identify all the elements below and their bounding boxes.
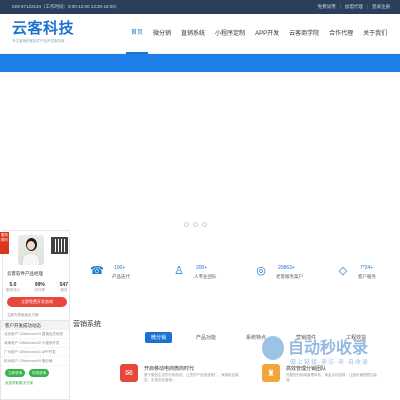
solution-link[interactable]: 免费获取解决方案	[5, 381, 33, 386]
logo-name: 云客科技	[12, 20, 75, 37]
watermark-subtext: 做上链接·来访·来·自收录	[290, 360, 369, 366]
counter-team: ♙ 200+ 人专业团队	[172, 262, 242, 288]
feature-card[interactable]: ✉ 开启移动电商微商时代 基于微信生态的分销系统，让您的产品快速推广，海量粉丝裂…	[120, 360, 240, 400]
logo-slogan: 专注营销获客软件产品开发服务商	[12, 39, 65, 43]
nav-app-dev[interactable]: APP开发	[250, 14, 284, 54]
avatar-body	[22, 253, 40, 265]
consultant-stats: 5.0 服务评分 99% 好评率 547 服务	[6, 282, 68, 293]
consultant-badge: 服务顾问	[0, 232, 9, 254]
top-bar: 023-67122134（工作时间：9:00-12:00 13:30-18:00…	[0, 0, 400, 14]
nav-micro-distribution[interactable]: 微分销	[148, 14, 176, 54]
counter-clients: ◎ 20863+ 老客服务案户	[254, 262, 324, 288]
counter-value: 100+	[114, 265, 126, 271]
list-item: 北京用户 133xxxxxxx24 直销会员系统	[1, 330, 69, 339]
user-icon: ♙	[174, 265, 184, 277]
panel-actions: 立即咨询 在线咨询	[5, 369, 49, 377]
card-title: 开启移动电商微商时代	[144, 366, 195, 372]
hero-banner[interactable]	[0, 54, 400, 246]
panel-title: 客户开发成功动态	[1, 321, 69, 330]
hero-band	[0, 54, 400, 72]
stat-label: 服务评分	[6, 288, 20, 292]
section-title: 营销系统	[73, 321, 101, 328]
consultant-card: 云客软件产品经理 5.0 服务评分 99% 好评率 547 服务 立即免费开发咨…	[2, 230, 70, 328]
avatar-face	[27, 241, 35, 250]
chat-icon: ✉	[120, 364, 138, 382]
nav-about[interactable]: 关于我们	[358, 14, 392, 54]
counter-label: 人专业团队	[194, 274, 217, 279]
tab-product-features[interactable]: 产品功能	[190, 332, 222, 343]
counter-label: 老客服务案户	[276, 274, 303, 279]
free-trial-link[interactable]: 免费试用	[318, 4, 336, 10]
consult-note: 立即为您免费出方案	[7, 313, 39, 317]
dev-success-panel: 客户开发成功动态 北京用户 133xxxxxxx24 直销会员系统 深圳用户 1…	[0, 320, 70, 400]
qr-code-icon	[51, 237, 68, 254]
divider: |	[366, 4, 368, 9]
nav-academy[interactable]: 云客商学院	[284, 14, 324, 54]
counter-support: ◇ 7*24+ 客户服务	[336, 262, 400, 288]
team-icon: ♜	[262, 364, 280, 382]
watermark-text: 自动秒收录	[288, 340, 369, 357]
card-title: 高效管理分销团队	[286, 366, 327, 372]
avatar	[18, 235, 44, 265]
register-login-link[interactable]: 登录注册	[372, 4, 390, 10]
carousel-dot[interactable]	[202, 222, 207, 227]
consultant-name: 云客软件产品经理	[7, 271, 43, 276]
carousel-dot[interactable]	[184, 222, 189, 227]
consult-button[interactable]: 立即免费开发咨询	[7, 297, 67, 307]
list-item: 深圳用户 135xxxxxxx32 小程序开发	[1, 339, 69, 348]
tab-micro-distribution[interactable]: 微分销	[145, 332, 173, 343]
consult-now-button[interactable]: 立即咨询	[5, 369, 25, 377]
watermark-logo-icon	[262, 336, 284, 360]
carousel-dot[interactable]	[193, 222, 198, 227]
list-item: 广州用户 155xxxxxxx41 APP开发	[1, 348, 69, 357]
stat-rating: 5.0 服务评分	[6, 282, 20, 293]
counter-label: 客户服务	[358, 274, 376, 279]
stat-service: 547 服务	[60, 282, 68, 293]
card-desc: 完善的分销商管理体系，佣金自动结算，让团队管理更加高效。	[286, 373, 377, 382]
phone-icon: ☎	[90, 265, 104, 277]
main-nav: 首页 微分销 直销系统 小程序定制 APP开发 云客商学院 合作代理 关于我们	[126, 14, 392, 54]
cube-icon: ◇	[338, 265, 348, 277]
stats-counters: ☎ 100+ 产品迭代 ♙ 200+ 人专业团队 ◎ 20863+ 老客服务案户…	[90, 262, 390, 288]
feature-card[interactable]: ♜ 高效管理分销团队 完善的分销商管理体系，佣金自动结算，让团队管理更加高效。	[262, 360, 382, 400]
nav-direct-sales[interactable]: 直销系统	[176, 14, 210, 54]
top-links: 免费试用 | 加盟代理 | 登录注册	[318, 4, 390, 10]
list-item: 杭州用户 139xxxxxxx09 微分销	[1, 357, 69, 366]
nav-partner[interactable]: 合作代理	[324, 14, 358, 54]
counter-value: 200+	[196, 265, 208, 271]
globe-icon: ◎	[256, 265, 266, 277]
divider: |	[339, 4, 341, 9]
counter-label: 产品迭代	[112, 274, 130, 279]
site-header: 云客科技 专注营销获客软件产品开发服务商 首页 微分销 直销系统 小程序定制 A…	[0, 14, 400, 54]
stat-label: 服务	[60, 288, 68, 292]
card-desc: 基于微信生态的分销系统，让您的产品快速推广，海量粉丝裂变，实现全民营销。	[144, 373, 239, 382]
counter-value: 20863+	[278, 265, 295, 271]
contact-phone: 023-67122134（工作时间：9:00-12:00 13:30-18:00…	[12, 4, 120, 9]
counter-iterations: ☎ 100+ 产品迭代	[90, 262, 160, 288]
logo[interactable]: 云客科技 专注营销获客软件产品开发服务商	[12, 21, 74, 44]
stat-label: 好评率	[34, 288, 46, 292]
nav-home[interactable]: 首页	[126, 14, 149, 54]
carousel-dots	[184, 222, 207, 227]
nav-mini-program[interactable]: 小程序定制	[210, 14, 250, 54]
counter-value: 7*24+	[360, 265, 374, 271]
stat-praise: 99% 好评率	[35, 282, 46, 293]
online-consult-button[interactable]: 在线咨询	[29, 369, 49, 377]
join-agent-link[interactable]: 加盟代理	[345, 4, 363, 10]
